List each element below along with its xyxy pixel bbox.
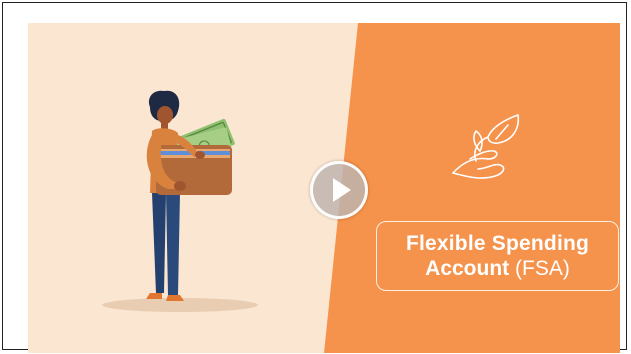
video-title-account: Account xyxy=(425,257,510,280)
video-player[interactable]: Flexible Spending Account (FSA) xyxy=(28,23,620,353)
play-button[interactable] xyxy=(310,161,368,219)
video-title-box: Flexible Spending Account (FSA) xyxy=(376,221,619,291)
video-title-line2: Account (FSA) xyxy=(377,256,618,281)
video-title-line1: Flexible Spending xyxy=(405,232,590,255)
video-embed-frame: Flexible Spending Account (FSA) xyxy=(2,2,627,353)
play-icon xyxy=(333,178,351,202)
right-background xyxy=(324,23,620,353)
video-title-acronym: (FSA) xyxy=(515,257,570,280)
